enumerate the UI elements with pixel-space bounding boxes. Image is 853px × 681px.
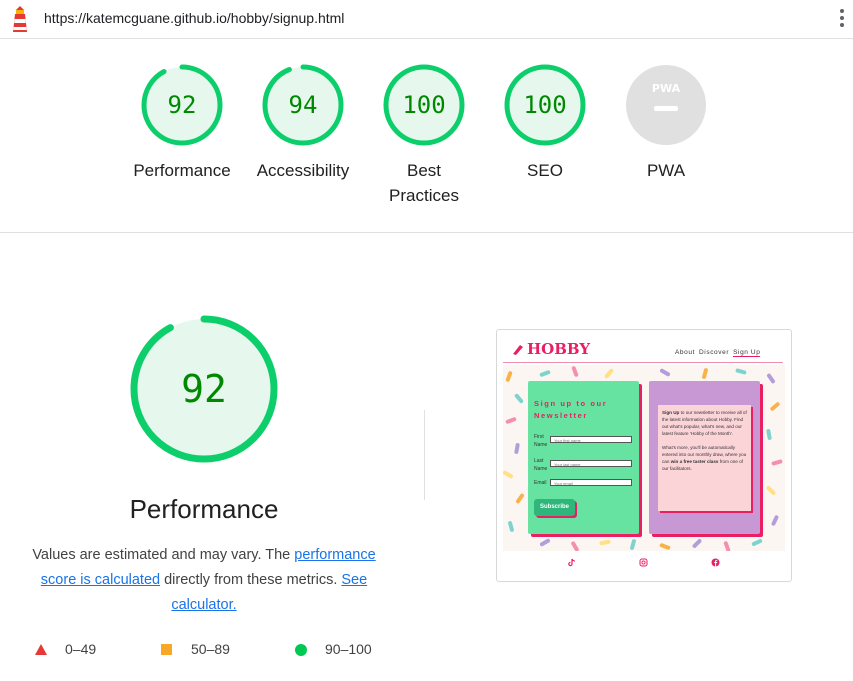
thumb-nav-item: About [675, 349, 695, 356]
thumb-divider [503, 362, 783, 363]
gauge-label-performance: Performance [133, 161, 231, 180]
gauge-pwa[interactable]: PWA [624, 63, 708, 147]
sprinkle [766, 372, 776, 385]
legend-fail: 0–49 [65, 641, 97, 657]
sprinkle [771, 459, 783, 466]
thumb-info-text: Sign Up to our newsletter to receive all… [662, 409, 748, 472]
tiktok-icon [568, 558, 576, 567]
sprinkle [765, 485, 777, 496]
brush-icon [513, 345, 523, 355]
sprinkle [539, 369, 551, 378]
final-screenshot[interactable]: HOBBY About Discover Sign Up Sign up to … [496, 329, 792, 582]
thumb-info-box: Sign Up to our newsletter to receive all… [658, 405, 751, 511]
thumb-form-title: Sign up to our Newsletter [534, 399, 608, 420]
divider [0, 232, 853, 233]
gauge-score: 100 [523, 91, 567, 119]
sprinkle [503, 470, 514, 479]
legend-pass: 90–100 [325, 641, 372, 657]
thumb-info-bold: win a free taster class [670, 459, 719, 464]
gauge-accessibility[interactable]: 94 [261, 63, 345, 147]
gauge-label-seo: SEO [527, 161, 563, 180]
sprinkle [751, 538, 763, 547]
vertical-divider [424, 410, 425, 500]
thumb-nav: About Discover Sign Up [675, 349, 764, 357]
gauge-label-best-practices: Best Practices [354, 158, 494, 208]
sprinkle [735, 368, 747, 375]
sprinkle [505, 416, 517, 425]
url-bar: https://katemcguane.github.io/hobby/sign… [0, 0, 853, 39]
gauge-score: 94 [288, 91, 318, 119]
sprinkle [513, 393, 525, 404]
sprinkle [770, 514, 780, 527]
thumb-last-name-input: Your last name [550, 460, 632, 467]
desc-text: Values are estimated and may vary. The [32, 547, 295, 563]
sprinkle [603, 368, 615, 379]
sprinkle [691, 538, 703, 549]
sprinkle [723, 540, 731, 551]
pass-circle-icon [295, 644, 307, 656]
thumb-subscribe-button: Subscribe [534, 499, 575, 516]
desc-text: directly from these metrics. [160, 572, 342, 588]
gauge-label-text: Best Practices [389, 161, 459, 205]
sprinkle [515, 492, 525, 505]
thumb-nav-item: Discover [699, 349, 730, 356]
performance-description: Values are estimated and may vary. The p… [22, 543, 386, 618]
sprinkle [701, 367, 709, 380]
pwa-badge: PWA [652, 82, 681, 95]
thumb-signup-card: Sign up to our Newsletter First Name You… [528, 381, 639, 534]
performance-title: Performance [129, 494, 279, 524]
sprinkle [570, 540, 580, 551]
legend-average: 50–89 [191, 641, 230, 657]
gauge-score: 92 [167, 91, 197, 119]
sprinkle [539, 538, 551, 547]
facebook-icon [711, 558, 720, 567]
gauge-score: 100 [402, 91, 446, 119]
sprinkle [507, 520, 515, 533]
thumb-email-input: Your email [550, 479, 632, 486]
gauge-best-practices[interactable]: 100 [382, 63, 466, 147]
thumb-first-name-input: Your first name [550, 436, 632, 443]
average-square-icon [161, 644, 172, 655]
thumb-info-card: Sign Up to our newsletter to receive all… [649, 381, 760, 534]
sprinkle [505, 370, 513, 383]
sprinkle [629, 538, 637, 551]
sprinkle [659, 368, 671, 377]
thumb-nav-item-active: Sign Up [733, 349, 761, 357]
thumb-info-bold: Sign Up [662, 410, 680, 415]
gauge-performance[interactable]: 92 [140, 63, 224, 147]
sprinkle [571, 365, 579, 378]
sprinkle [659, 542, 671, 551]
instagram-icon [639, 558, 648, 567]
performance-gauge-large: 92 [128, 313, 280, 465]
pwa-icon: PWA [626, 65, 706, 145]
sprinkle [514, 442, 520, 455]
thumb-logo: HOBBY [527, 340, 591, 358]
sprinkle [599, 539, 611, 546]
sprinkle [769, 401, 781, 412]
performance-score: 92 [181, 367, 227, 411]
url-text[interactable]: https://katemcguane.github.io/hobby/sign… [44, 10, 344, 26]
thumb-hero: Sign up to our Newsletter First Name You… [503, 365, 785, 551]
sprinkle [766, 428, 772, 441]
lighthouse-icon [13, 6, 27, 32]
gauge-seo[interactable]: 100 [503, 63, 587, 147]
fail-triangle-icon [35, 644, 47, 655]
more-menu-icon[interactable] [839, 9, 845, 31]
gauge-label-pwa: PWA [646, 161, 686, 180]
gauge-label-accessibility: Accessibility [256, 161, 350, 180]
